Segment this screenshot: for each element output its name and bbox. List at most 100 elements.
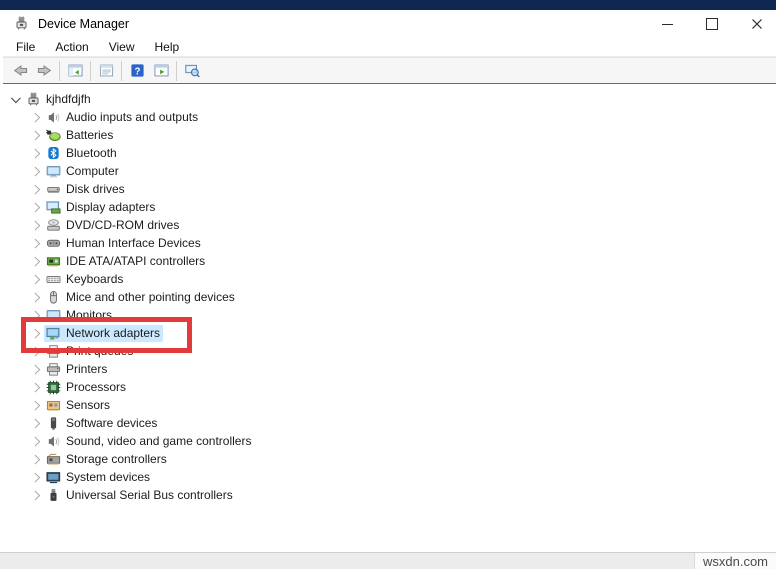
sensor-icon — [46, 398, 61, 413]
chevron-right-icon[interactable] — [28, 487, 44, 503]
menu-help[interactable]: Help — [145, 38, 190, 56]
tree-item-mice[interactable]: Mice and other pointing devices — [3, 288, 776, 306]
chevron-right-icon[interactable] — [28, 415, 44, 431]
tree-item-processors[interactable]: Processors — [3, 378, 776, 396]
tree-item-ide-controllers[interactable]: IDE ATA/ATAPI controllers — [3, 252, 776, 270]
minimize-button[interactable] — [652, 10, 682, 38]
tree-item-sensors[interactable]: Sensors — [3, 396, 776, 414]
tree-item-label: System devices — [66, 470, 151, 484]
maximize-icon — [706, 18, 718, 30]
printer-icon — [46, 362, 61, 377]
maximize-button[interactable] — [697, 10, 727, 38]
chevron-right-icon[interactable] — [28, 163, 44, 179]
processor-icon — [46, 380, 61, 395]
chevron-right-icon[interactable] — [28, 343, 44, 359]
chevron-right-icon[interactable] — [28, 289, 44, 305]
scan-hardware-icon — [184, 63, 200, 78]
chevron-right-icon[interactable] — [28, 433, 44, 449]
tree-item-label: Disk drives — [66, 182, 125, 196]
tree-item-storage-controllers[interactable]: Storage controllers — [3, 450, 776, 468]
show-console-tree-icon — [67, 63, 83, 78]
watermark-text: wsxdn.com — [702, 553, 769, 569]
tree-item-label: DVD/CD-ROM drives — [66, 218, 180, 232]
help-button[interactable]: ? — [125, 60, 149, 82]
forward-button[interactable] — [32, 60, 56, 82]
tree-item-label: Print queues — [66, 344, 134, 358]
properties-button[interactable] — [94, 60, 118, 82]
storage-icon — [46, 452, 61, 467]
tree-item-sound-controllers[interactable]: Sound, video and game controllers — [3, 432, 776, 450]
tree-item-label: Network adapters — [66, 326, 161, 340]
chevron-right-icon[interactable] — [28, 145, 44, 161]
tree-item-label: Processors — [66, 380, 127, 394]
tree-item-usb-controllers[interactable]: Universal Serial Bus controllers — [3, 486, 776, 504]
tree-item-printers[interactable]: Printers — [3, 360, 776, 378]
tree-item-audio[interactable]: Audio inputs and outputs — [3, 108, 776, 126]
tree-item-label: Batteries — [66, 128, 114, 142]
chevron-right-icon[interactable] — [28, 235, 44, 251]
tree-item-hid[interactable]: Human Interface Devices — [3, 234, 776, 252]
chevron-right-icon[interactable] — [28, 181, 44, 197]
tree-item-label: Sound, video and game controllers — [66, 434, 252, 448]
printer-icon — [46, 344, 61, 359]
chevron-right-icon[interactable] — [28, 379, 44, 395]
toolbar-separator — [59, 60, 60, 81]
tree-item-label: Computer — [66, 164, 119, 178]
chevron-down-icon[interactable] — [8, 91, 24, 107]
tree-item-software-devices[interactable]: Software devices — [3, 414, 776, 432]
tree-item-label: Display adapters — [66, 200, 156, 214]
toolbar-separator — [176, 60, 177, 81]
chevron-right-icon[interactable] — [28, 397, 44, 413]
network-icon — [46, 326, 61, 341]
tree-item-network-adapters[interactable]: Network adapters — [3, 324, 776, 342]
tree-item-batteries[interactable]: Batteries — [3, 126, 776, 144]
show-action-pane-button[interactable] — [149, 60, 173, 82]
tree-item-system-devices[interactable]: System devices — [3, 468, 776, 486]
bluetooth-icon — [46, 146, 61, 161]
chevron-right-icon[interactable] — [28, 253, 44, 269]
computer-icon — [26, 91, 41, 107]
tree-item-label: Bluetooth — [66, 146, 117, 160]
keyboard-icon — [46, 272, 61, 287]
speaker-icon — [46, 434, 61, 449]
battery-icon — [46, 128, 61, 143]
chevron-right-icon[interactable] — [28, 469, 44, 485]
chevron-right-icon[interactable] — [28, 199, 44, 215]
tree-item-computer[interactable]: Computer — [3, 162, 776, 180]
tree-root-item[interactable]: kjhdfdjfh — [3, 90, 776, 108]
speaker-icon — [46, 110, 61, 125]
back-button[interactable] — [8, 60, 32, 82]
status-bar — [0, 552, 776, 569]
menu-action[interactable]: Action — [45, 38, 98, 56]
ide-icon — [46, 254, 61, 269]
chevron-right-icon[interactable] — [28, 217, 44, 233]
close-button[interactable] — [742, 10, 772, 38]
monitor-icon — [46, 308, 61, 323]
tree-item-disk-drives[interactable]: Disk drives — [3, 180, 776, 198]
forward-icon — [37, 63, 52, 78]
chevron-right-icon[interactable] — [28, 307, 44, 323]
chevron-right-icon[interactable] — [28, 127, 44, 143]
chevron-right-icon[interactable] — [28, 271, 44, 287]
tree-item-monitors[interactable]: Monitors — [3, 306, 776, 324]
scan-hardware-changes-button[interactable] — [180, 60, 204, 82]
tree-item-bluetooth[interactable]: Bluetooth — [3, 144, 776, 162]
tree-item-print-queues[interactable]: Print queues — [3, 342, 776, 360]
hid-icon — [46, 236, 61, 251]
action-pane-icon — [153, 63, 169, 78]
display-adapter-icon — [46, 200, 61, 215]
chevron-right-icon[interactable] — [28, 451, 44, 467]
tree-item-label: Storage controllers — [66, 452, 167, 466]
menu-view[interactable]: View — [99, 38, 145, 56]
chevron-right-icon[interactable] — [28, 361, 44, 377]
tree-item-keyboards[interactable]: Keyboards — [3, 270, 776, 288]
menu-file[interactable]: File — [6, 38, 45, 56]
tree-item-label: Software devices — [66, 416, 158, 430]
chevron-right-icon[interactable] — [28, 109, 44, 125]
tree-item-dvd-drives[interactable]: DVD/CD-ROM drives — [3, 216, 776, 234]
window-top-border — [0, 0, 776, 10]
device-tree: kjhdfdjfh Audio inputs and outputs Batte… — [3, 84, 776, 552]
tree-item-display-adapters[interactable]: Display adapters — [3, 198, 776, 216]
show-console-tree-button[interactable] — [63, 60, 87, 82]
chevron-right-icon[interactable] — [28, 325, 44, 341]
